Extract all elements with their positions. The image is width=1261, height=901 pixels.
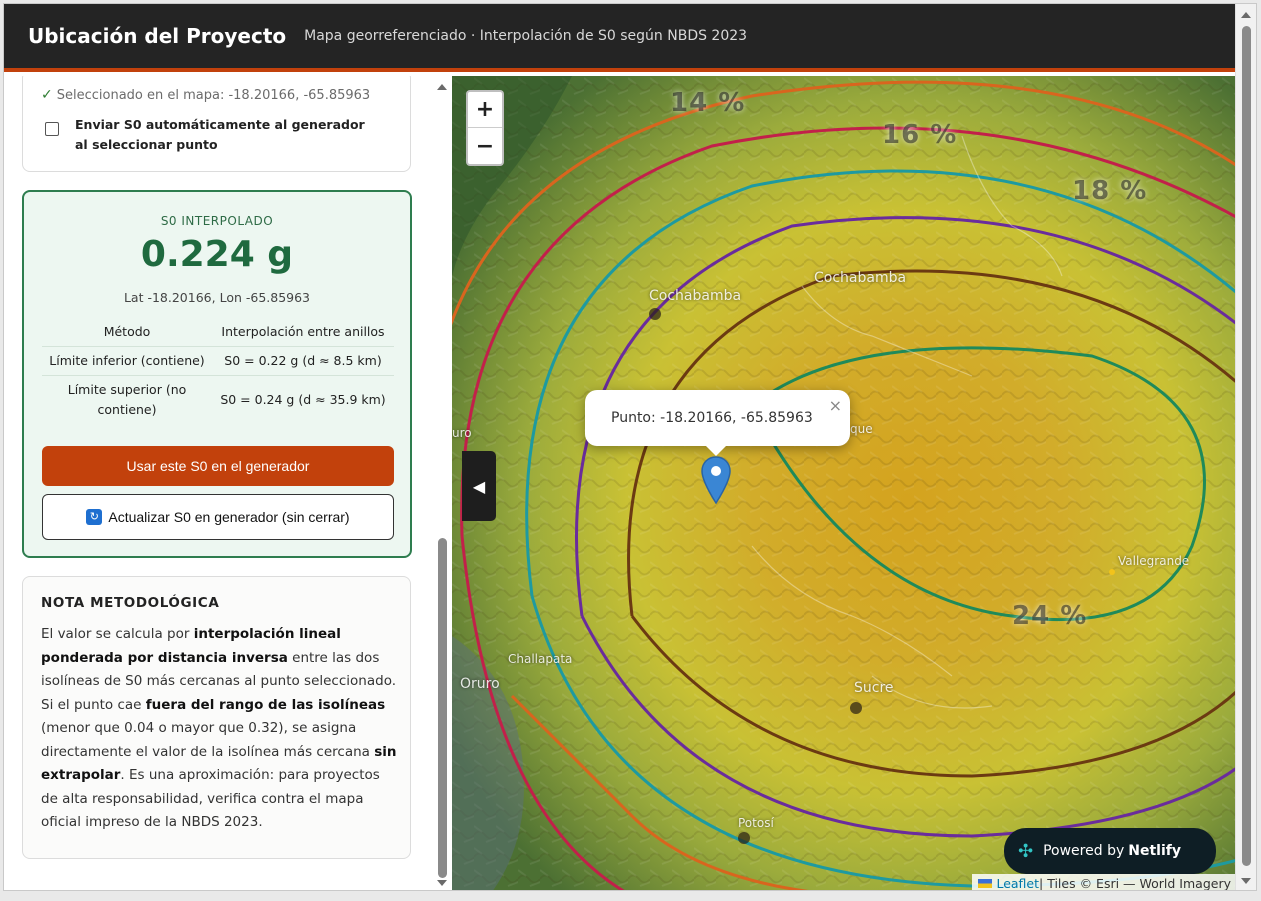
map-attribution: Leaflet | Tiles © Esri — World Imagery (972, 874, 1237, 891)
isoline-label: 16 % (882, 120, 958, 150)
collapse-sidebar-button[interactable]: ◀ (462, 451, 496, 521)
row-label: Límite inferior (contiene) (42, 346, 212, 376)
scroll-thumb[interactable] (438, 538, 447, 878)
map-popup: Punto: -18.20166, -65.85963 × (585, 390, 850, 446)
page-subtitle: Mapa georreferenciado · Interpolación de… (304, 28, 748, 44)
s0-details-table: Método Interpolación entre anillos Límit… (42, 318, 394, 424)
popup-text: Punto: -18.20166, -65.85963 (611, 410, 813, 426)
popup-tip (704, 444, 728, 456)
place-label: Cochabamba (649, 288, 742, 304)
use-s0-button[interactable]: Usar este S0 en el generador (42, 446, 394, 486)
auto-send-label[interactable]: Enviar S0 automáticamente al generador a… (75, 115, 375, 155)
row-label: Límite superior (no contiene) (67, 382, 187, 417)
place-label: que (850, 422, 873, 436)
place-label: Vallegrande (1118, 554, 1190, 568)
sidebar: ✓ Seleccionado en el mapa: -18.20166, -65… (4, 76, 452, 890)
table-row: Límite inferior (contiene) S0 = 0.22 g (… (42, 346, 394, 376)
row-value: S0 = 0.24 g (d ≈ 35.9 km) (220, 392, 386, 407)
table-row: Método Interpolación entre anillos (42, 318, 394, 347)
page-title: Ubicación del Proyecto (28, 24, 287, 48)
page-scrollbar[interactable] (1235, 4, 1256, 890)
leaflet-link[interactable]: Leaflet (996, 876, 1039, 891)
ukraine-flag-icon (978, 878, 993, 888)
netlify-icon: ✣ (1018, 840, 1034, 862)
popup-close-button[interactable]: × (829, 396, 842, 415)
refresh-icon: ↻ (86, 509, 103, 525)
app-window: Ubicación del Proyecto Mapa georreferenc… (3, 3, 1257, 891)
scroll-up-arrow[interactable] (437, 84, 447, 90)
selected-point-text: ✓ Seleccionado en el mapa: -18.20166, -65… (41, 87, 371, 103)
netlify-brand: Netlify (1128, 843, 1181, 859)
note-body: El valor se calcula por interpolación li… (41, 626, 397, 830)
selection-card: ✓ Seleccionado en el mapa: -18.20166, -65… (22, 76, 411, 172)
app-header: Ubicación del Proyecto Mapa georreferenc… (4, 4, 1237, 72)
attribution-text: | Tiles © Esri — World Imagery (1039, 875, 1231, 891)
zoom-control: + − (466, 90, 504, 166)
table-row: Límite superior (no contiene) S0 = 0.24 … (42, 376, 394, 425)
row-value: Interpolación entre anillos (212, 318, 394, 347)
netlify-badge[interactable]: ✣ Powered by Netlify (1004, 828, 1216, 874)
scroll-thumb[interactable] (1242, 26, 1251, 866)
update-s0-label: Actualizar S0 en generador (sin cerrar) (108, 509, 350, 525)
scroll-down-arrow[interactable] (1241, 878, 1251, 884)
update-s0-button[interactable]: ↻ Actualizar S0 en generador (sin cerrar) (42, 494, 394, 540)
zoom-in-button[interactable]: + (468, 92, 502, 128)
methodology-note-card: NOTA METODOLÓGICA El valor se calcula po… (22, 576, 411, 859)
scroll-up-arrow[interactable] (1241, 12, 1251, 18)
scroll-down-arrow[interactable] (437, 880, 447, 886)
check-icon: ✓ (41, 87, 53, 103)
isoline-label: 14 % (670, 88, 746, 118)
row-value: S0 = 0.22 g (d ≈ 8.5 km) (212, 346, 394, 376)
row-label: Método (42, 318, 212, 347)
note-title: NOTA METODOLÓGICA (41, 595, 220, 611)
place-label: Cochabamba (814, 270, 907, 286)
sidebar-scrollbar[interactable] (434, 76, 450, 890)
place-label: Sucre (854, 680, 894, 696)
place-label: Challapata (508, 652, 573, 666)
s0-value: 0.224 g (140, 234, 294, 275)
place-label: Potosí (738, 816, 774, 830)
place-label: Oruro (460, 676, 500, 692)
map-view[interactable]: 14 % 16 % 18 % 24 % Cochabamba Cochabamb… (452, 76, 1237, 891)
zoom-out-button[interactable]: − (468, 128, 502, 164)
isoline-label: 18 % (1072, 176, 1148, 206)
netlify-prefix: Powered by (1043, 843, 1125, 859)
s0-coordinates: Lat -18.20166, Lon -65.85963 (123, 290, 311, 305)
place-label: uro (452, 426, 472, 440)
auto-send-row[interactable]: Enviar S0 automáticamente al generador a… (45, 115, 375, 155)
s0-caption: S0 INTERPOLADO (160, 214, 274, 228)
auto-send-checkbox[interactable] (45, 122, 59, 136)
isoline-label: 24 % (1012, 601, 1088, 631)
s0-result-card: S0 INTERPOLADO 0.224 g Lat -18.20166, Lo… (22, 190, 412, 558)
